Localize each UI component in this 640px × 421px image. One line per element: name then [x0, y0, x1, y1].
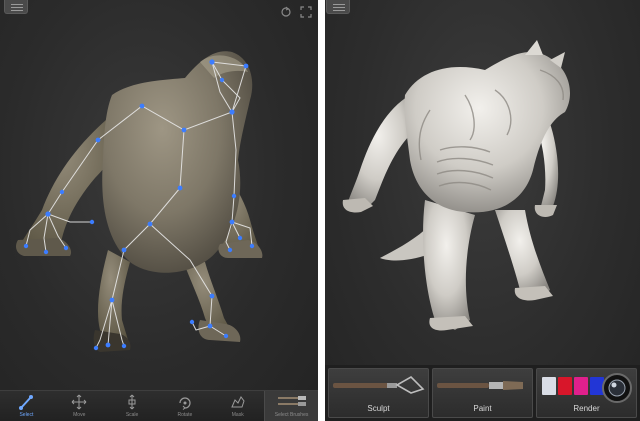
joint-elbow-right: [231, 193, 237, 199]
joint-pelvis: [147, 221, 153, 227]
joint-ankle-right: [207, 323, 213, 329]
joint-finger-right-3: [237, 235, 243, 241]
pose-icon: [19, 395, 34, 410]
tool-select-label: Select: [19, 412, 34, 418]
tool-select-brushes-label: Select Brushes: [274, 412, 309, 418]
joint-thumb-left: [89, 219, 95, 225]
sculpt-tool-icon: [333, 376, 425, 394]
joint-jaw: [243, 63, 249, 69]
tool-mask[interactable]: Mask: [211, 391, 264, 421]
tool-mask-label: Mask: [231, 412, 244, 418]
joint-spine: [177, 185, 183, 191]
paint-tile[interactable]: Paint: [432, 368, 533, 418]
render-tile[interactable]: Render: [536, 368, 637, 418]
render-materials-icon: [602, 373, 632, 403]
tool-select-brushes[interactable]: Select Brushes: [264, 391, 318, 421]
joint-knee-left: [109, 297, 115, 303]
tool-rotate[interactable]: Rotate: [158, 391, 211, 421]
sculpt-screen: Sculpt Paint Render: [325, 0, 640, 421]
tool-move[interactable]: Move: [53, 391, 106, 421]
joint-neck: [229, 109, 235, 115]
rotate-icon: [179, 397, 191, 410]
joint-wrist-left: [45, 211, 51, 217]
joint-heel-right: [189, 319, 195, 325]
paint-label: Paint: [473, 404, 492, 413]
joint-shoulder-left: [139, 103, 145, 109]
move-icon: [71, 394, 87, 410]
posing-screen: Select Move Scale Rotate Mask Select Bru…: [0, 0, 318, 421]
joint-ankle-left: [105, 342, 111, 348]
model-viewport[interactable]: [0, 0, 318, 391]
tool-select[interactable]: Select: [0, 391, 53, 421]
sculpted-monster-model: [342, 40, 570, 331]
tool-rotate-label: Rotate: [177, 412, 193, 418]
joint-finger-right-1: [249, 243, 255, 249]
sculpt-label: Sculpt: [367, 404, 390, 413]
joint-chest: [181, 127, 187, 133]
paint-brush-icon: [437, 381, 523, 390]
tool-move-label: Move: [73, 412, 86, 418]
joint-toe-left-a: [93, 345, 99, 351]
tool-tray: Sculpt Paint Render: [325, 365, 640, 421]
joint-brow: [219, 77, 225, 83]
tool-scale[interactable]: Scale: [106, 391, 159, 421]
sculpt-viewport[interactable]: [325, 0, 640, 365]
brushes-icon: [277, 396, 306, 406]
joint-knee-right: [209, 293, 215, 299]
joint-finger-right-2: [227, 247, 233, 253]
joint-forearm-left: [59, 189, 65, 195]
joint-finger-left-1: [23, 243, 29, 249]
joint-hip-left: [121, 247, 127, 253]
joint-wrist-right: [229, 219, 235, 225]
joint-head-top: [209, 59, 215, 65]
joint-finger-left-2: [43, 249, 49, 255]
scale-icon: [128, 394, 136, 410]
joint-toe-left-b: [121, 343, 127, 349]
joint-toe-right: [223, 333, 229, 339]
screenshot-divider: [318, 0, 325, 421]
posing-toolbar: Select Move Scale Rotate Mask Select Bru…: [0, 390, 318, 421]
joint-finger-left-3: [63, 245, 69, 251]
creature-model: [16, 51, 263, 352]
mask-icon: [230, 396, 245, 408]
joint-elbow-left: [95, 137, 101, 143]
tool-scale-label: Scale: [125, 412, 139, 418]
sculpt-tile[interactable]: Sculpt: [328, 368, 429, 418]
render-label: Render: [573, 404, 600, 413]
